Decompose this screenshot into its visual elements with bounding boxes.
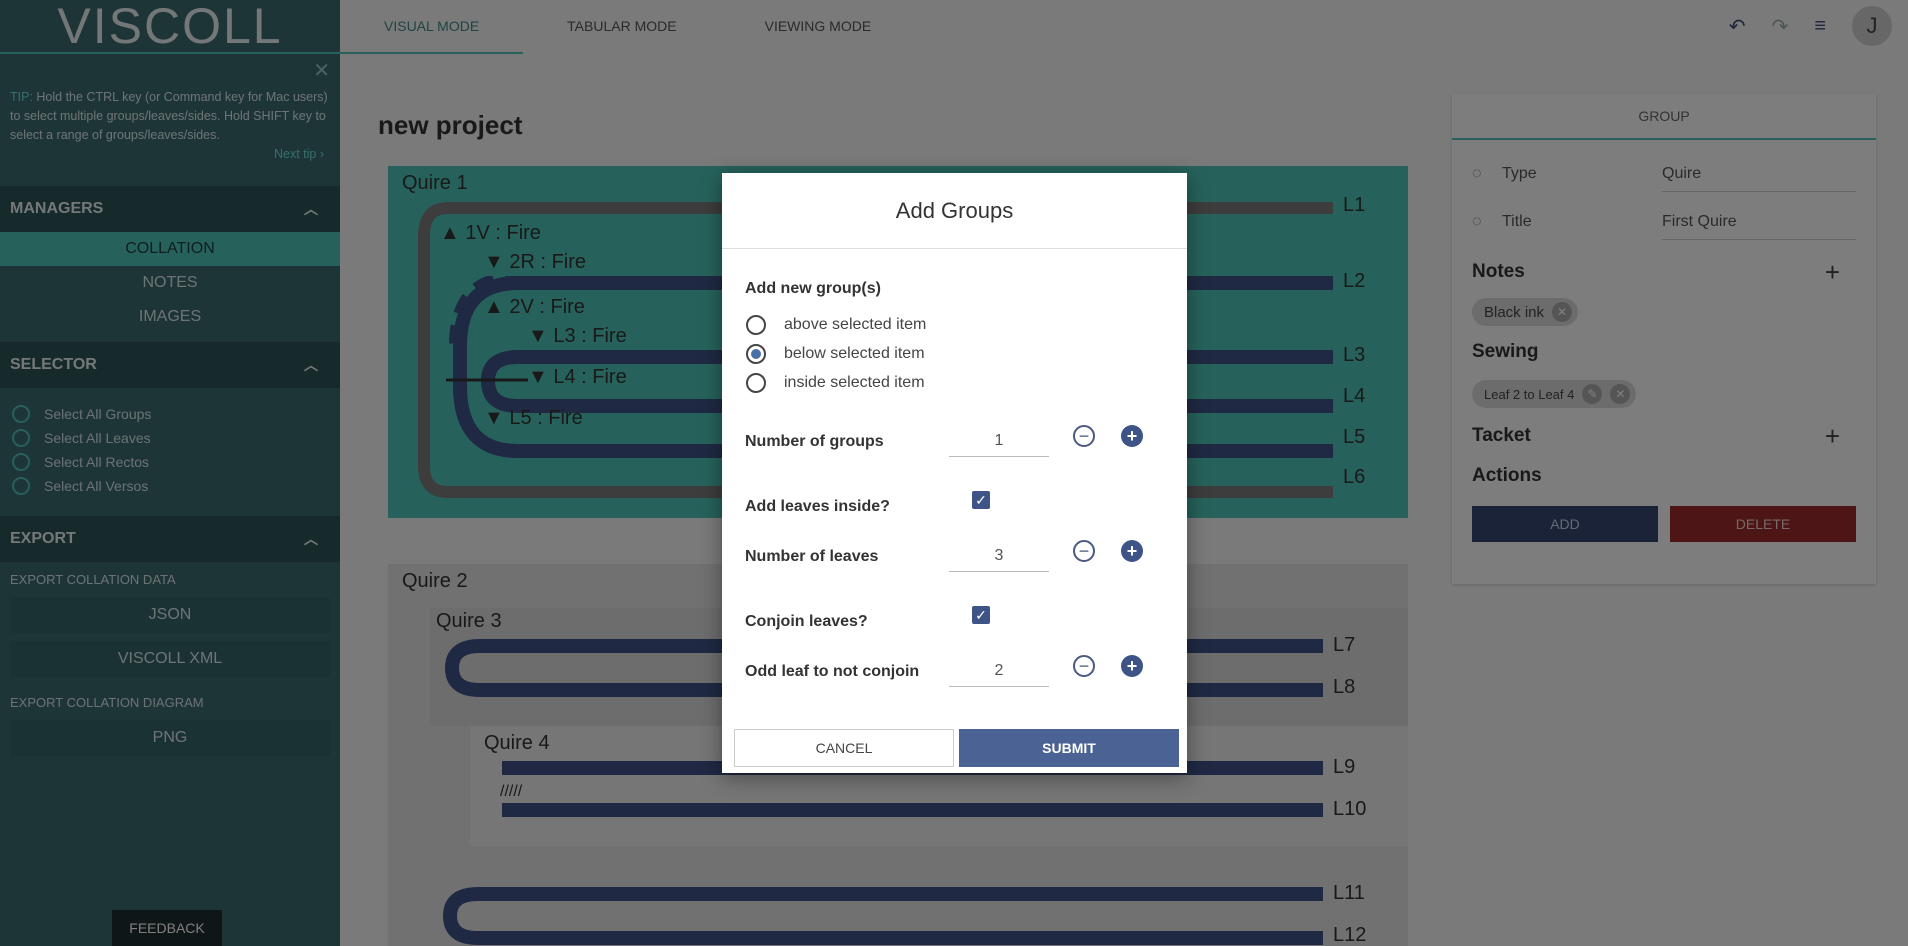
- num-groups-input[interactable]: 1: [949, 425, 1049, 457]
- radio-label: below selected item: [784, 345, 925, 362]
- radio-icon[interactable]: [746, 373, 766, 393]
- num-leaves-input[interactable]: 3: [949, 540, 1049, 572]
- num-leaves-label: Number of leaves: [745, 548, 879, 565]
- odd-leaf-label: Odd leaf to not conjoin: [745, 663, 920, 680]
- radio-inside[interactable]: inside selected item: [746, 373, 925, 393]
- cancel-button[interactable]: CANCEL: [734, 729, 954, 767]
- odd-leaf-input[interactable]: 2: [949, 655, 1049, 687]
- add-leaves-label: Add leaves inside?: [745, 498, 890, 515]
- radio-icon[interactable]: [746, 344, 766, 364]
- increment-icon[interactable]: +: [1121, 425, 1143, 447]
- increment-icon[interactable]: +: [1121, 540, 1143, 562]
- decrement-icon[interactable]: −: [1073, 540, 1095, 562]
- decrement-icon[interactable]: −: [1073, 655, 1095, 677]
- add-groups-dialog: Add Groups Add new group(s) above select…: [722, 173, 1187, 773]
- num-groups-label: Number of groups: [745, 433, 884, 450]
- dialog-title: Add Groups: [722, 173, 1187, 249]
- conjoin-label: Conjoin leaves?: [745, 613, 868, 630]
- increment-icon[interactable]: +: [1121, 655, 1143, 677]
- add-leaves-checkbox[interactable]: ✓: [972, 491, 990, 509]
- radio-above[interactable]: above selected item: [746, 315, 926, 335]
- radio-label: inside selected item: [784, 374, 925, 391]
- submit-button[interactable]: SUBMIT: [959, 729, 1179, 767]
- radio-below[interactable]: below selected item: [746, 344, 925, 364]
- radio-icon[interactable]: [746, 315, 766, 335]
- add-new-label: Add new group(s): [745, 280, 881, 297]
- radio-label: above selected item: [784, 316, 927, 333]
- decrement-icon[interactable]: −: [1073, 425, 1095, 447]
- conjoin-checkbox[interactable]: ✓: [972, 606, 990, 624]
